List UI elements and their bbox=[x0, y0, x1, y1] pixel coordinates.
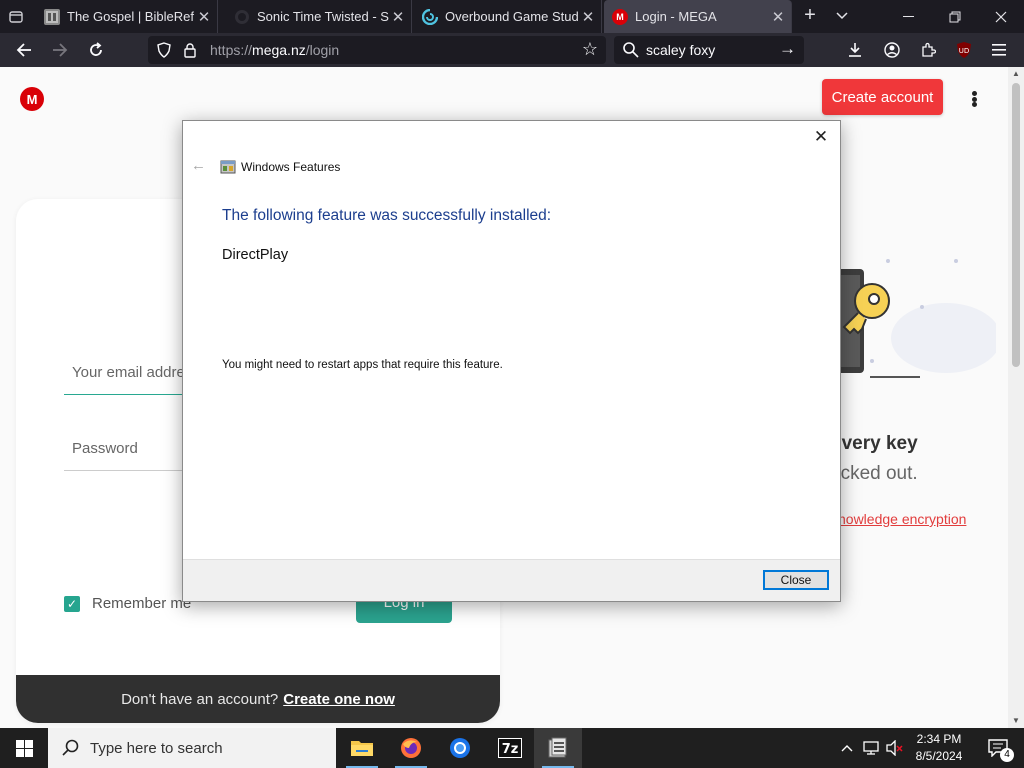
scroll-up-arrow-icon[interactable]: ▲ bbox=[1008, 67, 1024, 81]
windows-start-icon[interactable] bbox=[0, 728, 48, 768]
notification-count-badge: 4 bbox=[1000, 748, 1014, 762]
search-icon bbox=[62, 739, 79, 756]
back-arrow-icon[interactable] bbox=[12, 38, 36, 62]
signup-footer: Don't have an account? Create one now bbox=[16, 675, 500, 723]
taskbar-clock[interactable]: 2:34 PM 8/5/2024 bbox=[906, 731, 972, 765]
new-tab-icon[interactable]: + bbox=[798, 4, 822, 28]
remember-me[interactable]: ✓ Remember me bbox=[64, 595, 191, 612]
account-icon[interactable] bbox=[880, 38, 904, 62]
windows-taskbar: Type here to search 7z 2:34 PM 8/5/2024 … bbox=[0, 728, 1024, 768]
windows-features-dialog: ✕ ← Windows Features The following featu… bbox=[182, 120, 841, 602]
show-hidden-icons-chevron-icon[interactable] bbox=[836, 728, 858, 768]
mega-favicon: M bbox=[612, 8, 628, 25]
navigation-toolbar: https://mega.nz/login ☆ scaley foxy → UD bbox=[0, 33, 1024, 67]
downloads-icon[interactable] bbox=[843, 38, 867, 62]
menu-hamburger-icon[interactable] bbox=[988, 38, 1012, 62]
close-button[interactable]: Close bbox=[763, 570, 829, 590]
recovery-key-subtitle: ocked out. bbox=[830, 463, 918, 484]
mega-logo[interactable]: M bbox=[20, 87, 44, 111]
remember-me-checkbox[interactable]: ✓ bbox=[64, 595, 80, 612]
forward-arrow-icon[interactable] bbox=[48, 38, 72, 62]
dialog-footer: Close bbox=[183, 559, 840, 601]
tab-title: Overbound Game Studio bbox=[445, 9, 579, 24]
url-path: /login bbox=[305, 42, 340, 58]
dialog-heading: The following feature was successfully i… bbox=[222, 207, 552, 224]
zero-knowledge-encryption-link[interactable]: nowledge encryption bbox=[838, 511, 966, 527]
more-options-icon[interactable] bbox=[966, 87, 982, 111]
restore-icon[interactable] bbox=[932, 0, 978, 33]
tab-list-icon[interactable] bbox=[4, 5, 28, 29]
close-tab-icon[interactable]: ✕ bbox=[195, 8, 213, 26]
tab-bibleref[interactable]: The Gospel | BibleRef.com ✕ bbox=[36, 0, 218, 33]
url-bar[interactable]: https://mega.nz/login ☆ bbox=[148, 36, 606, 64]
tab-title: The Gospel | BibleRef.com bbox=[67, 9, 195, 24]
remember-me-label: Remember me bbox=[92, 595, 192, 612]
tab-overbound[interactable]: Overbound Game Studio ✕ bbox=[414, 0, 602, 33]
create-account-button[interactable]: Create account bbox=[822, 79, 943, 115]
7zip-icon[interactable]: 7z bbox=[486, 728, 534, 768]
page-scrollbar[interactable]: ▲ ▼ bbox=[1008, 67, 1024, 728]
lock-icon[interactable] bbox=[182, 42, 198, 58]
restart-note: You might need to restart apps that requ… bbox=[222, 359, 503, 371]
ublock-badge: UD bbox=[959, 47, 970, 55]
recovery-key-heading: overy key bbox=[830, 433, 918, 454]
extensions-icon[interactable] bbox=[916, 38, 940, 62]
browser-tab-strip: The Gospel | BibleRef.com ✕ Sonic Time T… bbox=[0, 0, 1024, 33]
bibleref-favicon bbox=[44, 8, 60, 25]
scroll-down-arrow-icon[interactable]: ▼ bbox=[1008, 714, 1024, 728]
bookmark-star-icon[interactable]: ☆ bbox=[582, 39, 598, 60]
signup-prompt: Don't have an account? bbox=[121, 690, 279, 708]
ublock-origin-icon[interactable]: UD bbox=[952, 38, 976, 62]
chromium-icon[interactable] bbox=[436, 728, 484, 768]
scrollbar-thumb[interactable] bbox=[1012, 83, 1020, 367]
taskbar-search-placeholder: Type here to search bbox=[90, 739, 223, 757]
windows-features-icon[interactable] bbox=[534, 728, 582, 768]
reload-icon[interactable] bbox=[84, 38, 108, 62]
dialog-app-title: Windows Features bbox=[241, 160, 341, 174]
shield-icon[interactable] bbox=[156, 42, 172, 58]
close-tab-icon[interactable]: ✕ bbox=[769, 8, 787, 26]
taskbar-search-input[interactable]: Type here to search bbox=[48, 728, 336, 768]
create-one-now-link[interactable]: Create one now bbox=[283, 691, 395, 708]
network-icon[interactable] bbox=[860, 728, 884, 768]
github-favicon bbox=[234, 9, 250, 25]
close-tab-icon[interactable]: ✕ bbox=[579, 8, 597, 26]
back-arrow-icon[interactable]: ← bbox=[191, 157, 206, 174]
minimize-icon[interactable] bbox=[886, 0, 932, 33]
clock-date: 8/5/2024 bbox=[915, 749, 963, 763]
url-host: mega.nz bbox=[252, 42, 306, 58]
dialog-close-icon[interactable]: ✕ bbox=[810, 127, 832, 147]
clock-time: 2:34 PM bbox=[916, 732, 962, 746]
search-icon bbox=[622, 41, 640, 59]
windows-features-icon bbox=[220, 159, 236, 175]
tab-mega-login[interactable]: M Login - MEGA ✕ bbox=[604, 0, 792, 33]
overbound-favicon bbox=[422, 8, 438, 25]
firefox-icon[interactable] bbox=[387, 728, 435, 768]
close-tab-icon[interactable]: ✕ bbox=[389, 8, 407, 26]
search-go-arrow-icon[interactable]: → bbox=[779, 39, 796, 59]
volume-muted-icon[interactable] bbox=[884, 728, 906, 768]
file-explorer-icon[interactable] bbox=[338, 728, 386, 768]
tab-title: Login - MEGA bbox=[635, 9, 717, 24]
chevron-down-icon[interactable] bbox=[830, 4, 854, 28]
url-scheme: https:// bbox=[210, 42, 253, 58]
search-input[interactable]: scaley foxy bbox=[646, 42, 715, 58]
recovery-key-illustration bbox=[836, 259, 996, 378]
tab-title: Sonic Time Twisted - Scaf bbox=[257, 9, 389, 24]
svg-text:7z: 7z bbox=[502, 742, 519, 757]
close-window-icon[interactable] bbox=[978, 0, 1024, 33]
url-text: https://mega.nz/login bbox=[210, 42, 339, 58]
search-bar[interactable]: scaley foxy → bbox=[614, 36, 804, 64]
tab-sonic-time-twisted[interactable]: Sonic Time Twisted - Scaf ✕ bbox=[226, 0, 412, 33]
notification-center-icon[interactable]: 4 bbox=[978, 728, 1018, 768]
installed-feature-name: DirectPlay bbox=[222, 247, 289, 263]
